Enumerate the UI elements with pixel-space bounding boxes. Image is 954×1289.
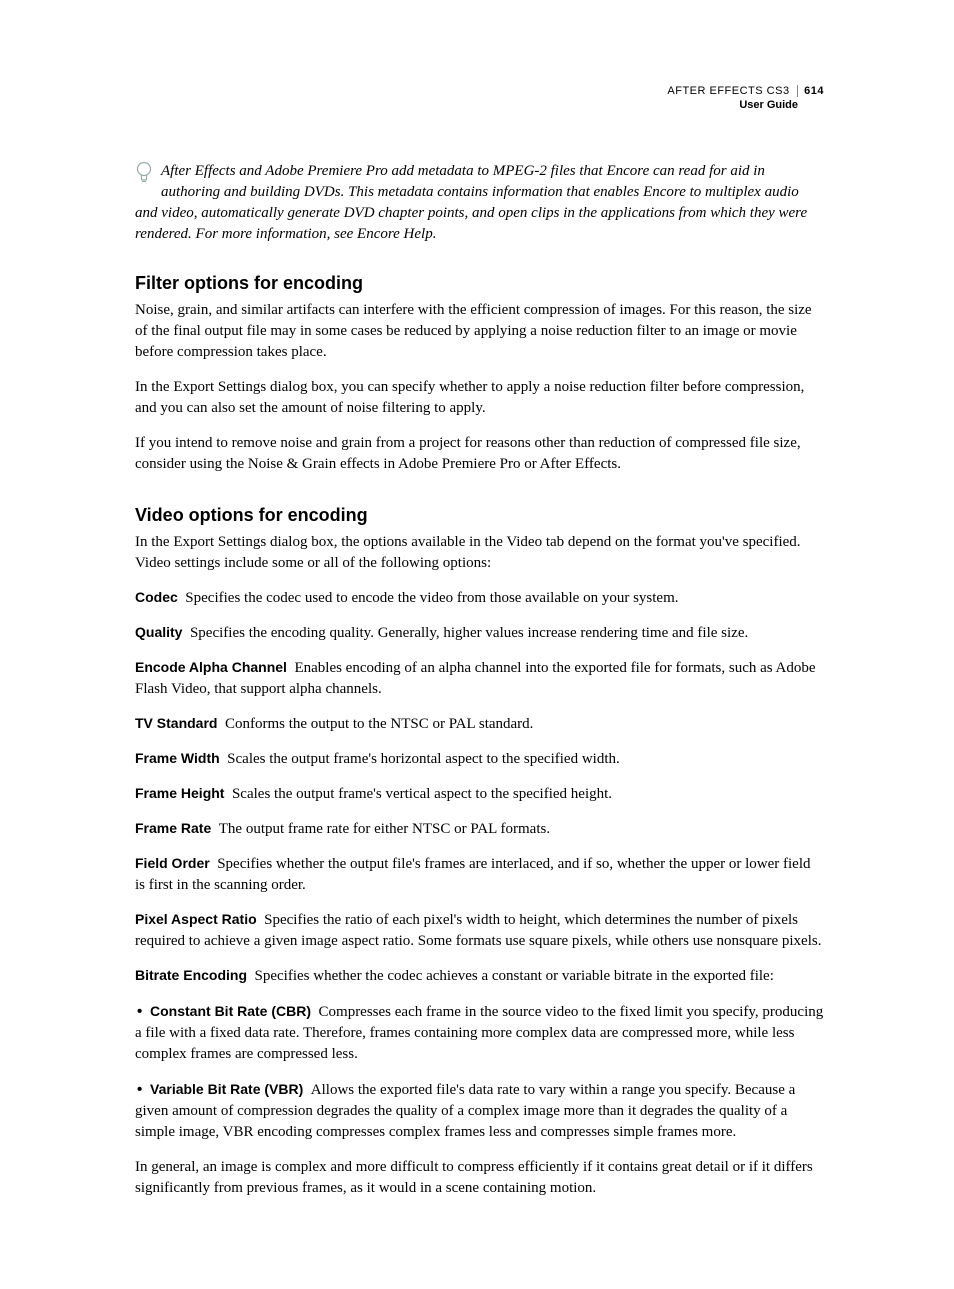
definition-item: Bitrate Encoding Specifies whether the c… [135,966,824,987]
page-content: AFTER EFFECTS CS3 614 User Guide After E… [0,0,954,1289]
def-term: Frame Rate [135,820,211,836]
def-desc: Scales the output frame's horizontal asp… [227,751,620,767]
definition-item: Frame Height Scales the output frame's v… [135,784,824,805]
definition-item: Codec Specifies the codec used to encode… [135,588,824,609]
def-desc: Conforms the output to the NTSC or PAL s… [225,716,533,732]
def-term: Field Order [135,855,210,871]
definition-item: TV Standard Conforms the output to the N… [135,714,824,735]
def-term: Bitrate Encoding [135,967,247,983]
definition-item: Encode Alpha Channel Enables encoding of… [135,658,824,700]
product-name: AFTER EFFECTS CS3 [667,85,789,97]
tip-text: After Effects and Adobe Premiere Pro add… [135,161,824,245]
def-desc: Specifies the encoding quality. Generall… [190,625,748,641]
bullet-term: Constant Bit Rate (CBR) [150,1003,311,1019]
bullet-item: • Constant Bit Rate (CBR) Compresses eac… [135,1001,824,1065]
paragraph: In the Export Settings dialog box, you c… [135,377,824,419]
bullet-term: Variable Bit Rate (VBR) [150,1081,303,1097]
running-header: AFTER EFFECTS CS3 614 User Guide [135,84,824,113]
def-desc: Scales the output frame's vertical aspec… [232,786,612,802]
def-term: Pixel Aspect Ratio [135,911,257,927]
header-line1: AFTER EFFECTS CS3 614 [135,84,824,98]
def-term: Quality [135,624,182,640]
section-video-options: Video options for encoding In the Export… [135,505,824,1199]
bullet-icon: • [135,1081,146,1098]
definition-item: Field Order Specifies whether the output… [135,854,824,896]
heading-filter-options: Filter options for encoding [135,273,824,294]
def-desc: Specifies whether the output file's fram… [135,856,811,893]
header-subtitle: User Guide [135,98,824,112]
definition-item: Quality Specifies the encoding quality. … [135,623,824,644]
lightbulb-icon [135,161,153,192]
heading-video-options: Video options for encoding [135,505,824,526]
section-filter-options: Filter options for encoding Noise, grain… [135,273,824,475]
paragraph: In the Export Settings dialog box, the o… [135,532,824,574]
bullet-item: • Variable Bit Rate (VBR) Allows the exp… [135,1079,824,1143]
def-term: Codec [135,589,178,605]
def-desc: Specifies whether the codec achieves a c… [255,968,774,984]
definition-item: Pixel Aspect Ratio Specifies the ratio o… [135,910,824,952]
paragraph: If you intend to remove noise and grain … [135,433,824,475]
def-term: Frame Width [135,750,220,766]
def-desc: The output frame rate for either NTSC or… [219,821,550,837]
definition-item: Frame Width Scales the output frame's ho… [135,749,824,770]
def-desc: Specifies the codec used to encode the v… [185,590,678,606]
def-term: TV Standard [135,715,217,731]
paragraph: Noise, grain, and similar artifacts can … [135,300,824,363]
tip-block: After Effects and Adobe Premiere Pro add… [135,161,824,245]
paragraph: In general, an image is complex and more… [135,1157,824,1199]
def-term: Encode Alpha Channel [135,659,287,675]
definition-item: Frame Rate The output frame rate for eit… [135,819,824,840]
def-term: Frame Height [135,785,224,801]
bullet-icon: • [135,1003,146,1020]
page-number: 614 [797,85,824,97]
